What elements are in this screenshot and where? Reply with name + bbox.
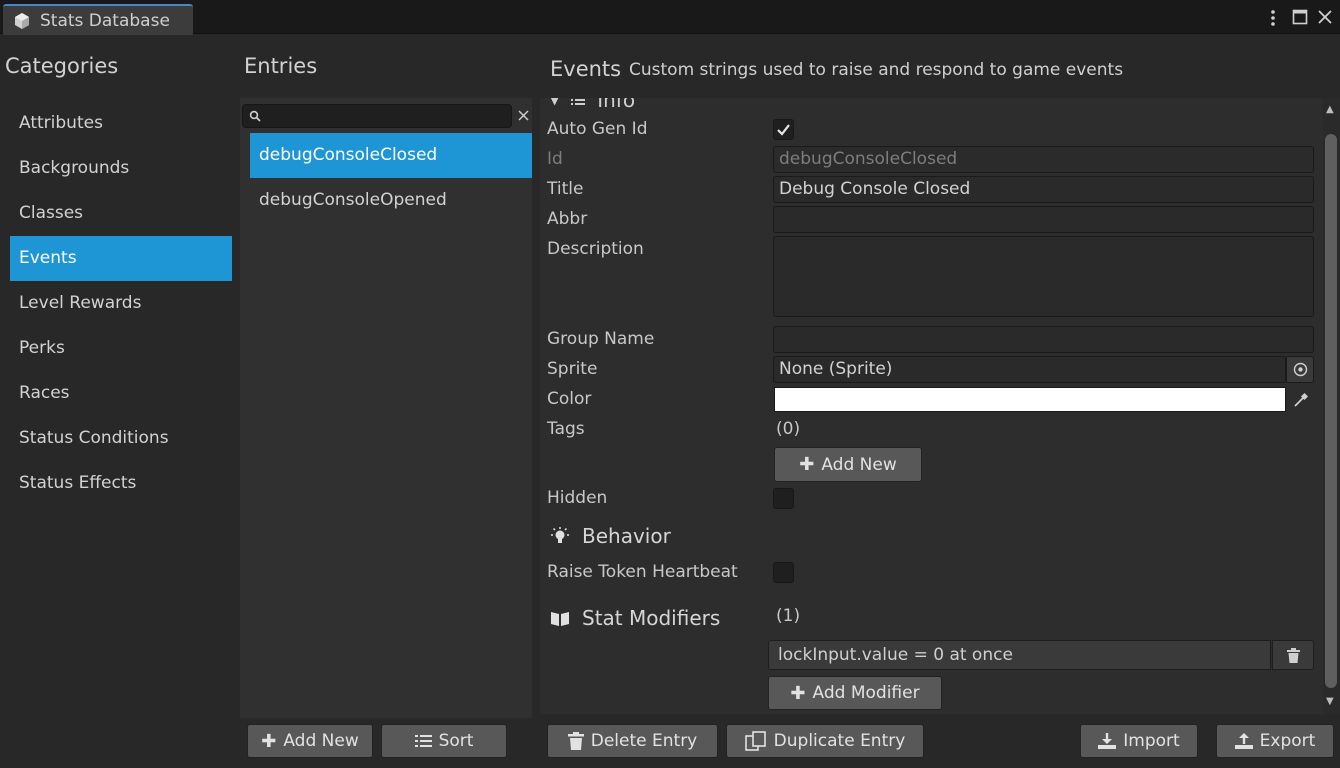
raise-token-heartbeat-label: Raise Token Heartbeat <box>547 562 738 582</box>
description-field[interactable] <box>773 236 1314 317</box>
scroll-up-arrow-icon[interactable]: ▲ <box>1326 104 1334 115</box>
close-icon[interactable] <box>1317 9 1333 25</box>
category-item-status-conditions[interactable]: Status Conditions <box>10 416 232 461</box>
auto-gen-id-checkbox[interactable] <box>773 119 794 140</box>
behavior-section-header: Behavior <box>550 524 671 548</box>
categories-list: Attributes Backgrounds Classes Events Le… <box>10 101 232 506</box>
duplicate-entry-button[interactable]: Duplicate Entry <box>726 724 924 758</box>
cube-icon <box>15 12 29 29</box>
group-name-field[interactable] <box>773 326 1314 353</box>
category-item-events[interactable]: Events <box>10 236 232 281</box>
maximize-icon[interactable] <box>1292 9 1308 25</box>
tags-add-new-button[interactable]: ✚ Add New <box>774 447 922 482</box>
color-label: Color <box>547 389 592 409</box>
search-icon <box>249 110 261 122</box>
add-modifier-button[interactable]: ✚ Add Modifier <box>768 676 942 710</box>
behavior-section-label: Behavior <box>582 524 671 548</box>
details-subtitle: Custom strings used to raise and respond… <box>629 60 1124 80</box>
trash-icon <box>1286 647 1300 663</box>
group-name-label: Group Name <box>547 329 655 349</box>
stat-modifier-item[interactable]: lockInput.value = 0 at once <box>768 640 1271 670</box>
delete-modifier-button[interactable] <box>1272 640 1314 670</box>
list-icon <box>414 735 432 747</box>
category-item-status-effects[interactable]: Status Effects <box>10 461 232 506</box>
window-titlebar <box>0 0 1340 34</box>
import-icon <box>1098 733 1117 749</box>
id-label: Id <box>547 149 563 169</box>
scroll-down-arrow-icon[interactable]: ▼ <box>1326 696 1334 707</box>
entries-header: Entries <box>244 54 318 78</box>
export-icon <box>1234 733 1253 749</box>
kebab-menu-icon[interactable] <box>1266 9 1280 27</box>
eyedropper-button[interactable] <box>1288 386 1314 413</box>
window-title: Stats Database <box>40 10 170 31</box>
category-item-attributes[interactable]: Attributes <box>10 101 232 146</box>
hidden-label: Hidden <box>547 488 608 508</box>
hidden-checkbox[interactable] <box>773 488 794 509</box>
category-item-level-rewards[interactable]: Level Rewards <box>10 281 232 326</box>
categories-header: Categories <box>5 54 119 78</box>
entry-item[interactable]: debugConsoleOpened <box>250 178 532 223</box>
add-new-entry-button[interactable]: ✚ Add New <box>247 724 373 758</box>
plus-icon: ✚ <box>799 454 815 475</box>
color-swatch[interactable] <box>774 387 1286 412</box>
category-item-perks[interactable]: Perks <box>10 326 232 371</box>
sprite-field[interactable]: None (Sprite) <box>773 356 1286 383</box>
auto-gen-id-label: Auto Gen Id <box>547 119 648 139</box>
description-label: Description <box>547 239 644 259</box>
plus-icon: ✚ <box>261 730 277 752</box>
sprite-label: Sprite <box>547 359 598 379</box>
title-field[interactable]: Debug Console Closed <box>773 176 1314 203</box>
book-icon <box>551 612 569 626</box>
import-button[interactable]: Import <box>1080 724 1198 758</box>
details-scrollbar-thumb[interactable] <box>1325 134 1337 688</box>
raise-token-heartbeat-checkbox[interactable] <box>773 562 794 583</box>
details-title: Events <box>550 57 622 81</box>
id-field: debugConsoleClosed <box>773 146 1314 173</box>
window-tab[interactable]: Stats Database <box>3 4 193 35</box>
plus-icon: ✚ <box>790 682 806 704</box>
abbr-label: Abbr <box>547 209 588 229</box>
title-label: Title <box>547 179 584 199</box>
abbr-field[interactable] <box>773 206 1314 233</box>
category-item-classes[interactable]: Classes <box>10 191 232 236</box>
duplicate-icon <box>744 731 766 751</box>
category-item-backgrounds[interactable]: Backgrounds <box>10 146 232 191</box>
checkmark-icon <box>777 124 790 136</box>
delete-entry-button[interactable]: Delete Entry <box>547 724 718 758</box>
tags-label: Tags <box>547 419 585 439</box>
tags-count: (0) <box>776 419 801 439</box>
entries-search-input[interactable] <box>242 104 512 128</box>
target-icon <box>1293 362 1307 377</box>
entries-list: debugConsoleClosed debugConsoleOpened <box>250 133 532 223</box>
lightbulb-icon <box>551 527 569 543</box>
entry-item[interactable]: debugConsoleClosed <box>250 133 532 178</box>
category-item-races[interactable]: Races <box>10 371 232 416</box>
export-button[interactable]: Export <box>1216 724 1334 758</box>
trash-icon <box>567 732 584 750</box>
stat-modifiers-section-label: Stat Modifiers <box>582 606 721 630</box>
stat-modifiers-count: (1) <box>776 606 801 626</box>
eyedropper-icon <box>1294 392 1309 407</box>
object-picker-button[interactable] <box>1286 356 1314 383</box>
clear-search-icon[interactable] <box>518 110 529 121</box>
stat-modifiers-section-header: Stat Modifiers <box>550 606 720 630</box>
sort-button[interactable]: Sort <box>381 724 507 758</box>
